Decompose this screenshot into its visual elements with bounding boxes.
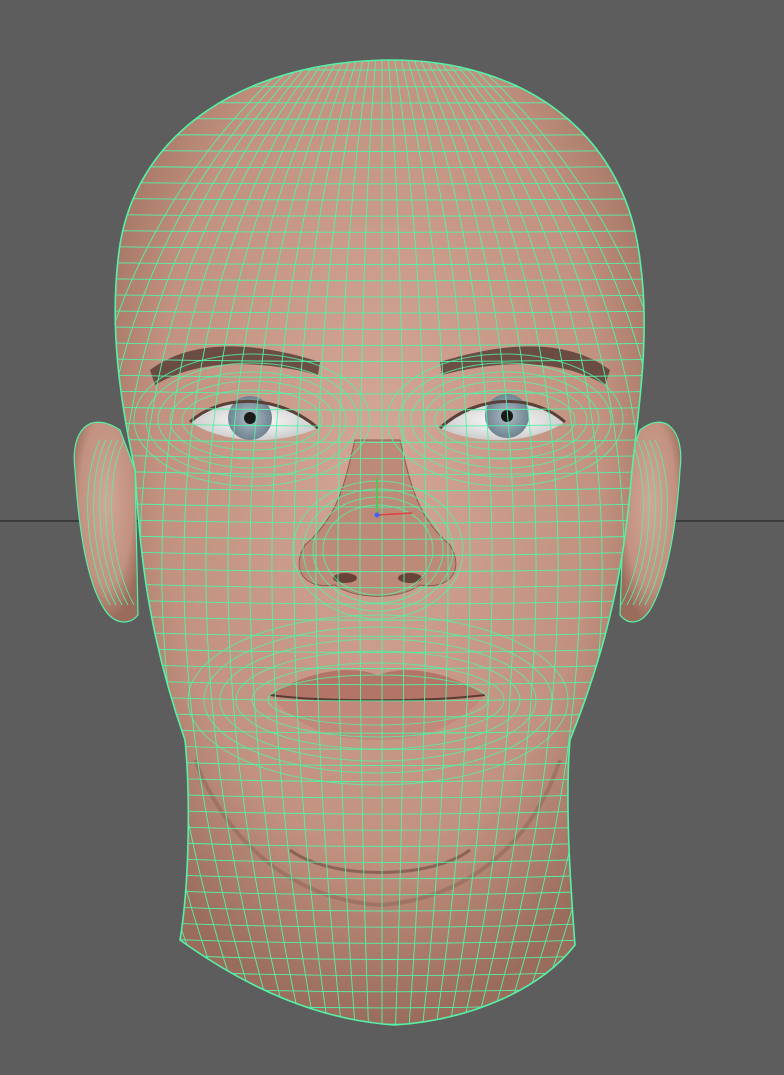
3d-viewport[interactable]: [0, 0, 784, 1075]
head-mesh[interactable]: [60, 55, 720, 1040]
viewport-canvas[interactable]: [0, 0, 784, 1075]
left-pupil: [244, 412, 256, 424]
